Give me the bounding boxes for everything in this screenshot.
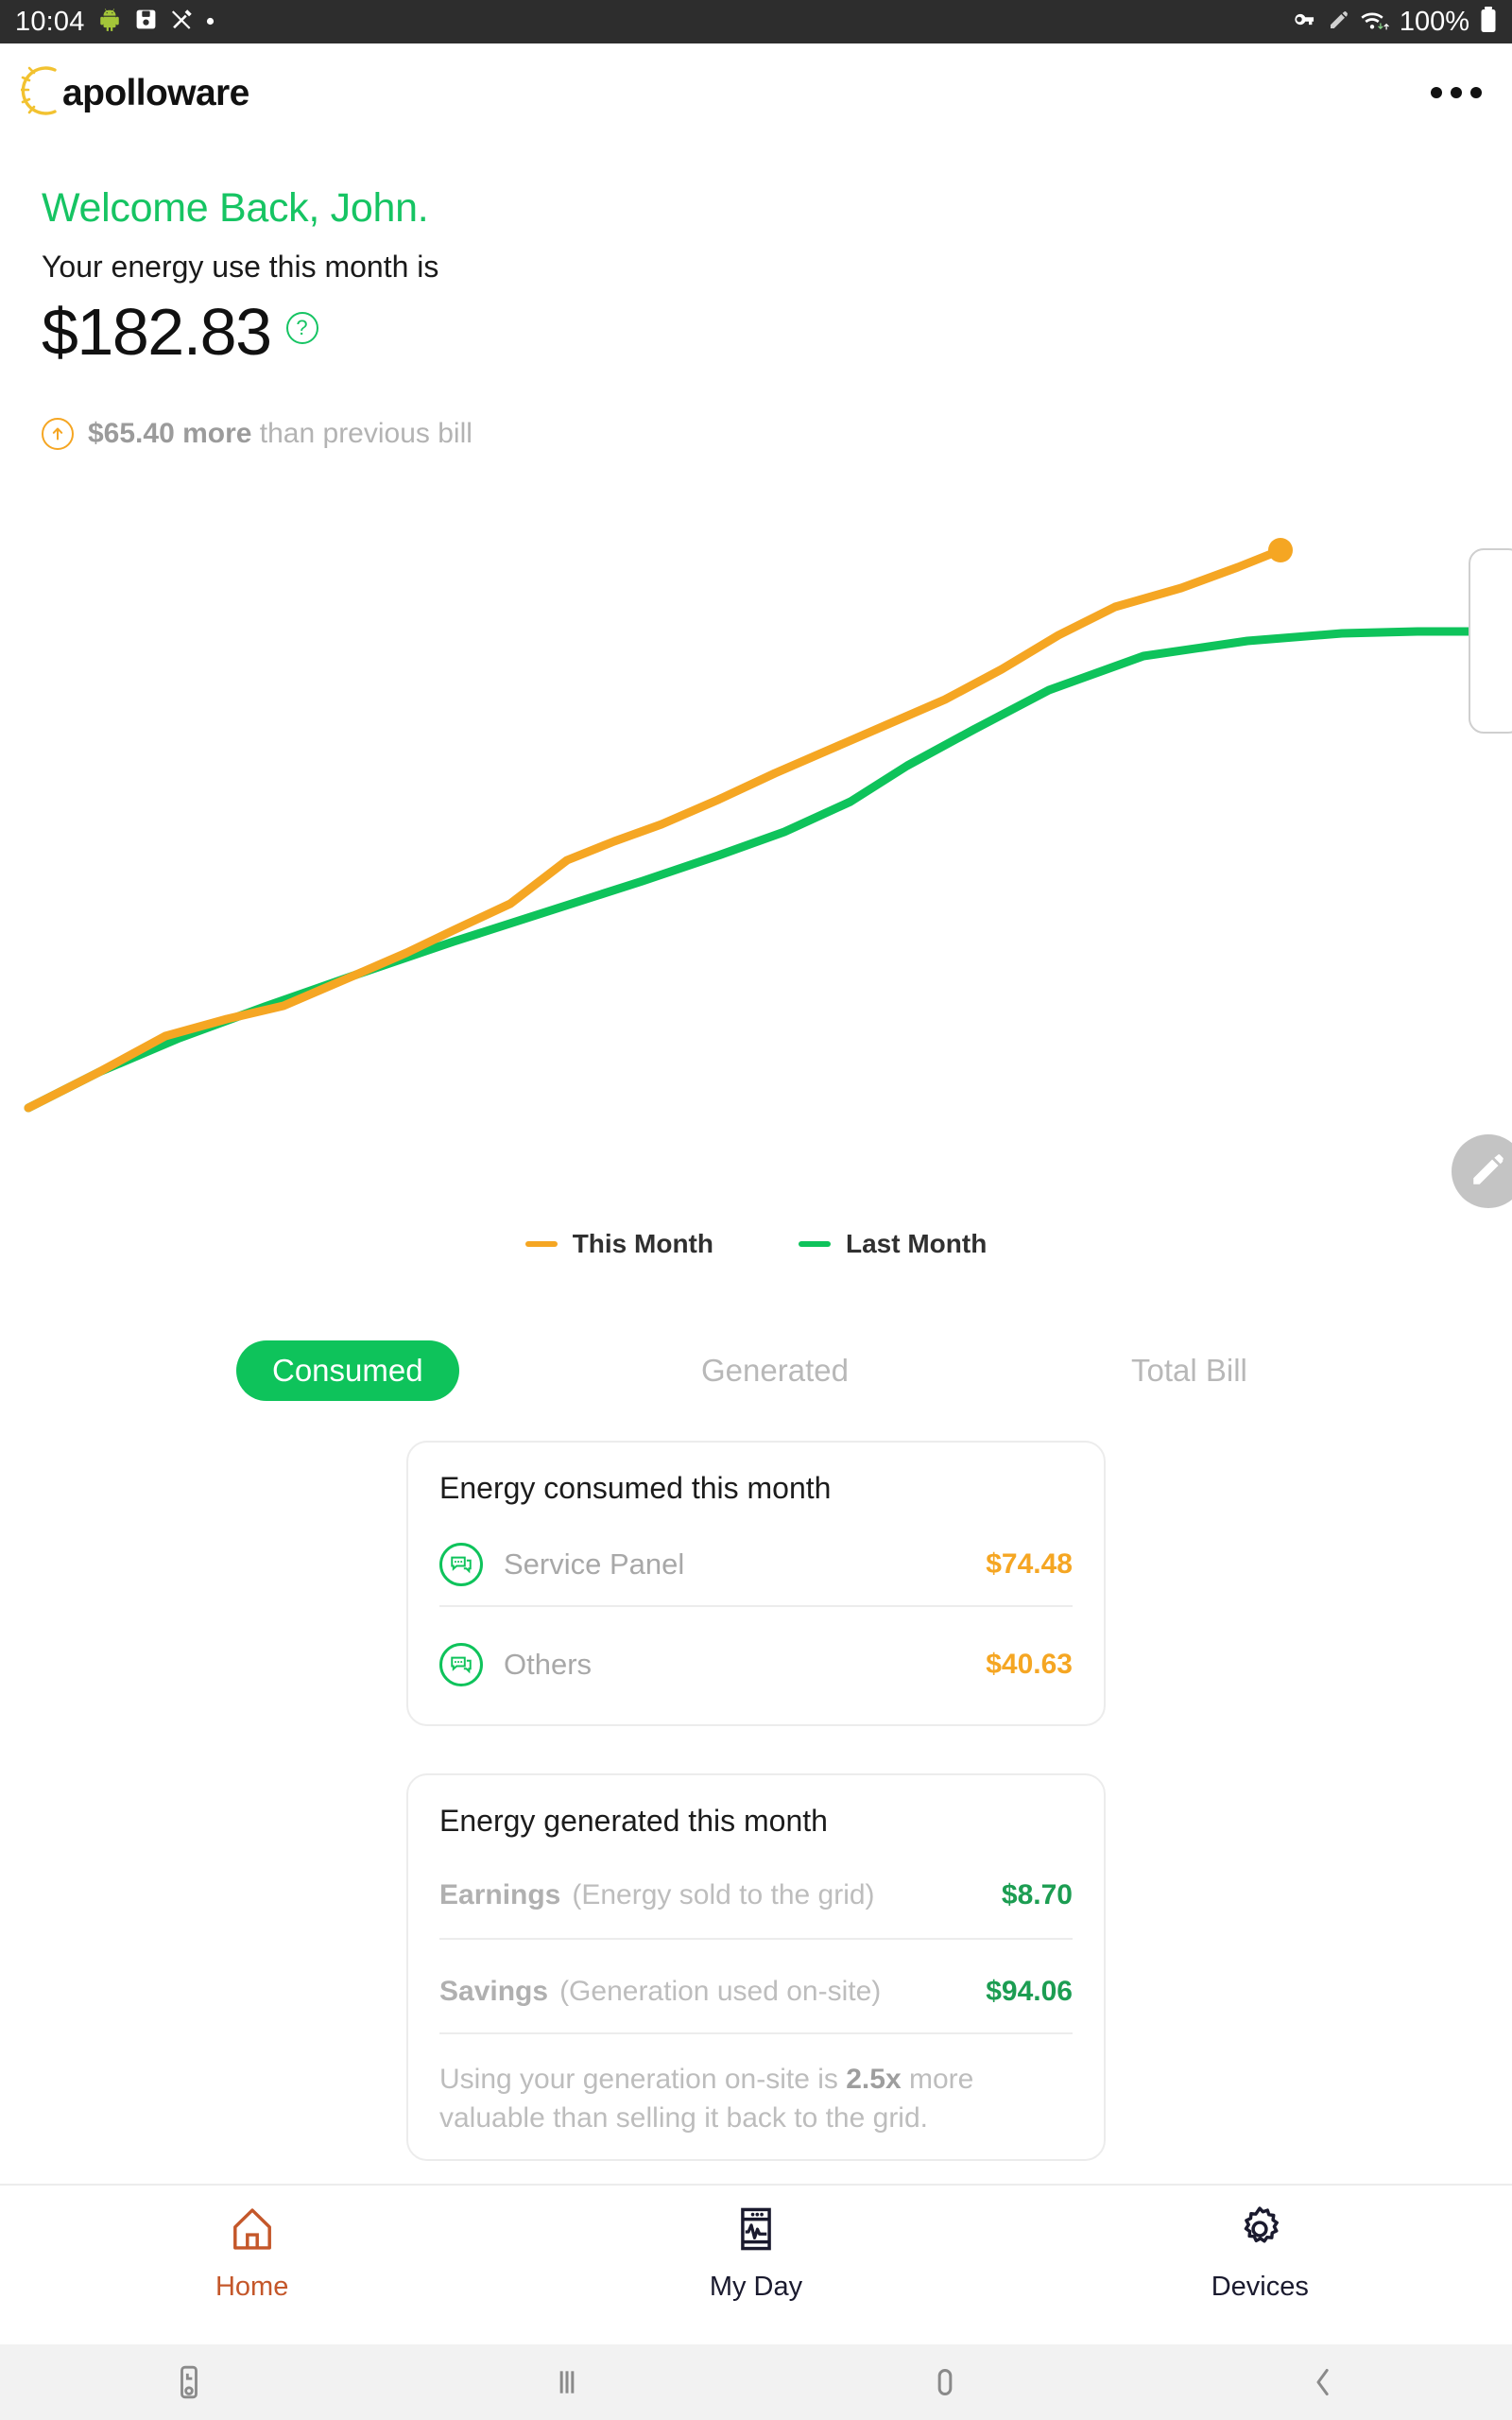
energy-amount-row: $182.83 ? — [42, 299, 318, 365]
row-value: $40.63 — [986, 1649, 1073, 1680]
gear-icon — [1235, 2204, 1284, 2258]
recents-icon[interactable] — [378, 2363, 756, 2401]
legend-swatch-icon — [524, 1241, 558, 1247]
battery-icon — [1480, 6, 1497, 38]
row-value: $74.48 — [986, 1548, 1073, 1580]
table-row[interactable]: Earnings (Energy sold to the grid) $8.70 — [439, 1879, 1073, 1911]
android-system-navbar — [0, 2344, 1512, 2420]
help-question-icon[interactable]: ? — [285, 312, 318, 344]
wifi-icon — [1361, 8, 1389, 37]
overflow-dot-icon — [1470, 87, 1482, 98]
legend-item-last-month: Last Month — [798, 1229, 988, 1259]
android-status-bar: 10:04 100% — [0, 0, 1512, 43]
monitor-chart-icon — [731, 2204, 781, 2258]
nav-item-devices[interactable]: Devices — [1008, 2186, 1512, 2303]
status-bar-right-group: 100% — [1292, 6, 1497, 38]
nav-label: Devices — [1211, 2272, 1309, 2302]
tab-total-bill[interactable]: Total Bill — [1131, 1353, 1247, 1389]
note-multiplier: 2.5x — [846, 2064, 902, 2095]
bill-delta-row: $65.40 more than previous bill — [42, 418, 472, 450]
overflow-menu-button[interactable] — [1421, 78, 1491, 108]
chart-side-panel[interactable] — [1469, 548, 1512, 734]
brand-logo[interactable]: apolloware — [19, 64, 249, 122]
row-label: Service Panel — [504, 1547, 685, 1581]
row-value: $94.06 — [986, 1976, 1073, 2007]
legend-swatch-icon — [798, 1241, 831, 1247]
vpn-key-icon — [1292, 7, 1317, 37]
row-label: Earnings — [439, 1879, 561, 1910]
row-value: $8.70 — [1001, 1879, 1073, 1910]
house-icon — [228, 2204, 277, 2258]
tab-consumed[interactable]: Consumed — [236, 1340, 459, 1401]
legend-label: Last Month — [845, 1229, 988, 1258]
bill-delta-suffix: than previous bill — [251, 418, 472, 449]
crossed-pen-icon — [170, 8, 194, 36]
pencil-icon — [1328, 9, 1350, 36]
energy-usage-chart[interactable] — [0, 529, 1512, 1210]
row-label: Others — [504, 1648, 593, 1681]
bottom-navigation: Home My Day Devices — [0, 2184, 1512, 2344]
table-row[interactable]: Others $40.63 — [439, 1643, 1073, 1686]
screenshot-icon[interactable] — [0, 2363, 378, 2401]
nav-item-home[interactable]: Home — [0, 2186, 504, 2303]
energy-use-label: Your energy use this month is — [42, 250, 439, 284]
nav-label: Home — [215, 2272, 289, 2302]
row-divider — [439, 1605, 1073, 1607]
welcome-greeting: Welcome Back, John. — [42, 185, 429, 231]
chart-canvas — [24, 538, 1479, 1113]
bill-delta-text: $65.40 more than previous bill — [88, 418, 472, 450]
row-divider — [439, 1938, 1073, 1940]
legend-label: This Month — [572, 1229, 713, 1258]
status-bar-left-group: 10:04 — [15, 7, 215, 38]
arrow-up-icon — [42, 418, 74, 450]
row-label: Savings — [439, 1976, 549, 2007]
app-header: apolloware — [0, 43, 1512, 129]
save-icon — [134, 8, 158, 36]
sun-burst-icon — [19, 64, 66, 122]
bill-delta-amount: $65.40 more — [88, 418, 252, 449]
dot-icon — [206, 13, 215, 30]
status-bar-clock: 10:04 — [15, 6, 85, 37]
row-sublabel: (Generation used on-site) — [559, 1976, 882, 2007]
row-sublabel: (Energy sold to the grid) — [572, 1879, 875, 1910]
legend-item-this-month: This Month — [524, 1229, 713, 1259]
back-chevron-icon[interactable] — [1134, 2363, 1512, 2401]
battery-percent-label: 100% — [1399, 6, 1469, 37]
nav-label: My Day — [709, 2272, 803, 2302]
note-part-1: Using your generation on-site is — [439, 2064, 847, 2095]
card-energy-consumed: Energy consumed this month Service Panel… — [406, 1441, 1106, 1726]
card-title: Energy consumed this month — [439, 1471, 832, 1505]
chart-endpoint-marker — [1268, 538, 1293, 562]
brand-logo-text: apolloware — [62, 72, 249, 113]
card-title: Energy generated this month — [439, 1804, 828, 1838]
card-energy-generated: Energy generated this month Earnings (En… — [406, 1773, 1106, 2161]
generation-note: Using your generation on-site is 2.5x mo… — [439, 2061, 1077, 2137]
chat-bubble-icon — [439, 1543, 483, 1586]
chart-line-this-month — [24, 545, 1285, 1113]
energy-amount-value: $182.83 — [42, 295, 272, 369]
chart-line-last-month — [24, 627, 1479, 1113]
android-robot-icon — [97, 8, 122, 37]
row-divider — [439, 2032, 1073, 2034]
table-row[interactable]: Savings (Generation used on-site) $94.06 — [439, 1976, 1073, 2008]
pencil-edit-icon — [1469, 1150, 1508, 1194]
chart-legend: This Month Last Month — [0, 1229, 1512, 1259]
nav-item-my-day[interactable]: My Day — [504, 2186, 1007, 2303]
overflow-dot-icon — [1431, 87, 1442, 98]
app-screen: 10:04 100% apolloware Welcome Back, John… — [0, 0, 1512, 2420]
home-circle-icon[interactable] — [756, 2363, 1134, 2401]
chat-bubble-icon — [439, 1643, 483, 1686]
tab-generated[interactable]: Generated — [701, 1353, 849, 1389]
overflow-dot-icon — [1451, 87, 1462, 98]
table-row[interactable]: Service Panel $74.48 — [439, 1543, 1073, 1586]
